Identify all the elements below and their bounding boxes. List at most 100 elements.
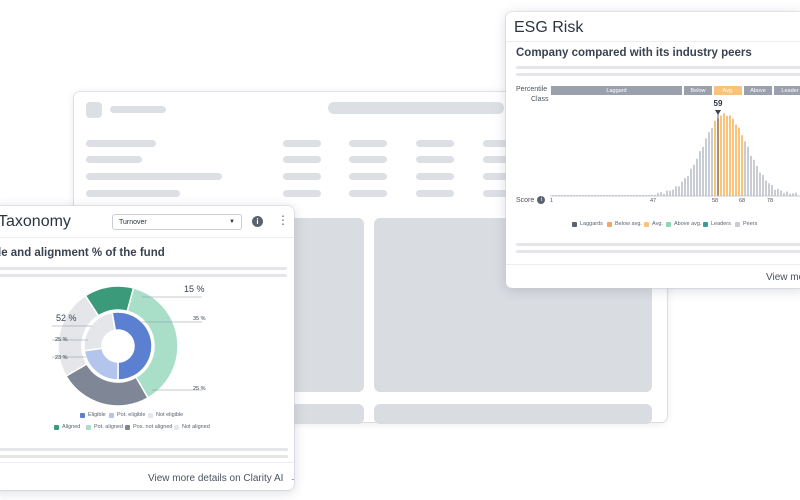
skeleton-cell bbox=[416, 140, 454, 147]
esg-risk-card: ESG Risk Company compared with its indus… bbox=[506, 12, 800, 288]
divider bbox=[506, 264, 800, 265]
histogram-bar bbox=[759, 172, 761, 196]
legend-aligned: Aligned bbox=[54, 424, 80, 430]
histogram-bar bbox=[780, 190, 782, 196]
histogram-bar bbox=[696, 158, 698, 196]
score-label-group: Score i bbox=[516, 196, 546, 204]
pct-label-25a: 25 % bbox=[55, 337, 68, 343]
histogram-bar bbox=[660, 192, 662, 196]
histogram-bar bbox=[690, 168, 692, 196]
histogram-bar bbox=[705, 138, 707, 196]
skeleton-logo bbox=[86, 102, 102, 118]
histogram-bar bbox=[738, 127, 740, 196]
pct-label-outer: 15 % bbox=[184, 284, 205, 294]
histogram-bar bbox=[699, 151, 701, 196]
marker-value: 59 bbox=[714, 99, 723, 108]
more-menu-icon[interactable]: ⋮ bbox=[277, 213, 289, 227]
skeleton-row bbox=[86, 190, 180, 197]
histogram-bar bbox=[708, 132, 710, 196]
skeleton-cell bbox=[283, 190, 321, 197]
class-above: Above bbox=[744, 86, 772, 95]
percentile-label: Percentile bbox=[516, 86, 548, 93]
divider bbox=[0, 462, 294, 463]
skeleton-cell bbox=[283, 156, 321, 163]
legend-pot-aligned: Pot. aligned bbox=[86, 424, 123, 430]
histogram-bar bbox=[741, 135, 743, 196]
pct-label-left: 52 % bbox=[56, 313, 77, 323]
histogram-bar bbox=[768, 183, 770, 196]
histogram-bar bbox=[675, 186, 677, 196]
histogram-bar bbox=[693, 164, 695, 196]
info-icon[interactable]: i bbox=[537, 196, 546, 204]
skeleton-cell bbox=[416, 190, 454, 197]
class-below: Below bbox=[684, 86, 712, 95]
histogram-bar bbox=[747, 146, 749, 196]
skeleton-title bbox=[110, 106, 166, 113]
class-avg: Avg. bbox=[714, 86, 742, 95]
score-tick: 68 bbox=[739, 198, 746, 204]
skeleton-line bbox=[0, 455, 288, 458]
histogram-bar bbox=[783, 192, 785, 196]
skeleton-card bbox=[374, 404, 652, 424]
legend-above: Above avg. bbox=[666, 221, 702, 227]
score-tick: 78 bbox=[767, 198, 774, 204]
histogram-bar bbox=[726, 115, 728, 196]
card-title: ESG Risk bbox=[514, 19, 584, 36]
legend-below: Below avg. bbox=[607, 221, 642, 227]
histogram-bar bbox=[711, 128, 713, 196]
view-more-link[interactable]: View more bbox=[766, 272, 800, 283]
histogram-bar bbox=[672, 189, 674, 196]
info-icon[interactable]: i bbox=[252, 216, 263, 227]
skeleton-search bbox=[328, 102, 504, 114]
divider bbox=[506, 41, 800, 42]
histogram-chart: 59 bbox=[550, 99, 800, 197]
histogram-bar bbox=[771, 184, 773, 196]
histogram-bar bbox=[792, 193, 794, 196]
histogram-bar bbox=[723, 113, 725, 196]
skeleton-line bbox=[0, 448, 288, 451]
histogram-bar bbox=[765, 180, 767, 196]
histogram-bar bbox=[756, 165, 758, 196]
score-label: Score bbox=[516, 196, 535, 204]
histogram-bar bbox=[720, 115, 722, 196]
histogram-bar bbox=[666, 190, 668, 196]
caret-down-icon: ▼ bbox=[229, 219, 235, 225]
skeleton-row bbox=[86, 140, 156, 147]
divider bbox=[0, 237, 294, 238]
donut-hole bbox=[104, 332, 132, 360]
score-tick: 47 bbox=[650, 198, 657, 204]
legend-leaders: Leaders bbox=[703, 221, 731, 227]
metric-select[interactable]: Turnover ▼ bbox=[112, 214, 242, 230]
arrow-right-icon: → bbox=[289, 472, 294, 484]
histogram-bar bbox=[687, 176, 689, 196]
score-tick: 58 bbox=[712, 198, 719, 204]
skeleton-cell bbox=[283, 173, 321, 180]
histogram-bar bbox=[702, 146, 704, 196]
pct-label-35: 35 % bbox=[193, 316, 206, 322]
histogram-bar bbox=[681, 181, 683, 196]
view-more-details-link[interactable]: View more details on Clarity AI → bbox=[148, 472, 294, 484]
card-subtitle: Company compared with its industry peers bbox=[516, 47, 752, 59]
link-label: View more details on Clarity AI bbox=[148, 472, 284, 484]
skeleton-line bbox=[516, 66, 800, 69]
select-value: Turnover bbox=[119, 218, 147, 226]
histogram-bar bbox=[753, 159, 755, 196]
histogram-bar bbox=[762, 175, 764, 196]
legend-laggards: Laggards bbox=[572, 221, 603, 227]
histogram-bar bbox=[714, 120, 716, 196]
legend-not-aligned: Not aligned bbox=[174, 424, 210, 430]
skeleton-line bbox=[516, 243, 800, 246]
taxonomy-card: Taxonomy Turnover ▼ i ⋮ le and alignment… bbox=[0, 206, 294, 490]
histogram-bar bbox=[774, 189, 776, 196]
histogram-bar bbox=[729, 115, 731, 196]
skeleton-cell bbox=[349, 173, 387, 180]
skeleton-cell bbox=[349, 190, 387, 197]
legend-not-eligible: Not eligible bbox=[148, 412, 183, 418]
skeleton-cell bbox=[283, 140, 321, 147]
skeleton-cell bbox=[349, 140, 387, 147]
legend-pot-eligible: Pot. eligible bbox=[109, 412, 145, 418]
legend-pos-not-aligned: Pos. not aligned bbox=[125, 424, 172, 430]
histogram-bar bbox=[744, 141, 746, 196]
legend-peers: Peers bbox=[735, 221, 757, 227]
histogram-bar bbox=[684, 178, 686, 196]
